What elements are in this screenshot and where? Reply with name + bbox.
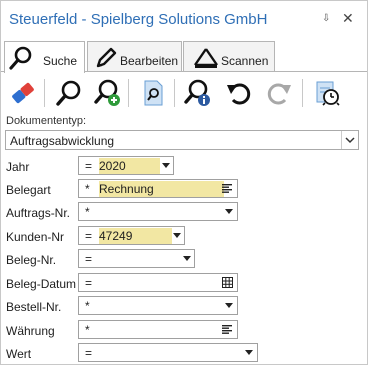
pin-icon[interactable]: ⇩: [322, 13, 330, 24]
field-value: 2020: [99, 158, 160, 174]
document-type-value: Auftragsabwicklung: [10, 134, 115, 148]
operator: =: [85, 159, 93, 173]
field-label-bestell-nr: Bestell-Nr.: [6, 300, 62, 314]
dropdown-arrow-icon[interactable]: [162, 163, 170, 168]
field-jahr[interactable]: = 2020: [78, 156, 174, 175]
operator: *: [85, 205, 90, 219]
dropdown-arrow-icon[interactable]: [245, 350, 253, 355]
close-icon[interactable]: ✕: [342, 10, 354, 27]
field-kunden-nr[interactable]: = 47249: [78, 226, 185, 245]
scanner-icon: [194, 48, 218, 68]
field-value: Rechnung: [99, 181, 224, 197]
tab-scannen[interactable]: Scannen: [183, 41, 275, 71]
dropdown-arrow-icon[interactable]: [225, 209, 233, 214]
field-label-beleg-datum: Beleg-Datum: [6, 277, 77, 291]
operator: =: [85, 346, 93, 360]
field-label-auftrags-nr: Auftrags-Nr.: [6, 206, 71, 220]
window-title: Steuerfeld - Spielberg Solutions GmbH: [9, 11, 268, 28]
field-label-beleg-nr: Beleg-Nr.: [6, 253, 57, 267]
undo-icon: [227, 83, 251, 105]
control-panel: Steuerfeld - Spielberg Solutions GmbH ⇩ …: [0, 0, 368, 365]
calendar-alarm-button[interactable]: [311, 77, 343, 109]
eraser-button[interactable]: [7, 77, 39, 109]
field-value: 47249: [99, 228, 172, 244]
toolbar-separator: [128, 79, 129, 107]
calendar-icon[interactable]: [222, 277, 233, 288]
search-add-button[interactable]: [91, 77, 123, 109]
field-beleg-nr[interactable]: =: [78, 249, 195, 268]
dropdown-arrow-icon[interactable]: [225, 303, 233, 308]
search-add-icon: [94, 79, 120, 106]
field-wert[interactable]: =: [78, 343, 258, 362]
operator: =: [85, 276, 93, 290]
tab-bearbeiten[interactable]: Bearbeiten: [87, 41, 182, 71]
operator: *: [85, 323, 90, 337]
list-icon[interactable]: [222, 184, 232, 193]
field-beleg-datum[interactable]: =: [78, 273, 238, 292]
field-belegart[interactable]: * Rechnung: [78, 179, 238, 198]
tab-suche[interactable]: Suche: [4, 41, 85, 73]
redo-button[interactable]: [263, 77, 295, 109]
operator: *: [85, 299, 90, 313]
document-search-button[interactable]: [137, 77, 169, 109]
search-info-icon: [184, 79, 210, 106]
operator: =: [85, 229, 93, 243]
field-label-jahr: Jahr: [6, 160, 30, 174]
document-type-select[interactable]: Auftragsabwicklung: [5, 130, 359, 150]
field-waehrung[interactable]: *: [78, 320, 238, 339]
tab-suche-label: Suche: [43, 54, 78, 68]
tab-bearbeiten-label: Bearbeiten: [120, 54, 179, 68]
dropdown-arrow-icon[interactable]: [173, 233, 181, 238]
operator: =: [85, 252, 93, 266]
search-icon: [56, 80, 81, 106]
toolbar-separator: [302, 79, 303, 107]
toolbar-separator: [174, 79, 175, 107]
toolbar-separator: [44, 79, 45, 107]
undo-button[interactable]: [223, 77, 255, 109]
field-label-kunden-nr: Kunden-Nr: [6, 230, 65, 244]
title-bar: Steuerfeld - Spielberg Solutions GmbH ⇩ …: [1, 1, 367, 39]
search-button[interactable]: [53, 77, 85, 109]
eraser-icon: [12, 82, 34, 104]
field-bestell-nr[interactable]: *: [78, 296, 238, 315]
field-label-wert: Wert: [6, 347, 32, 361]
operator: *: [85, 182, 90, 196]
field-label-belegart: Belegart: [6, 183, 51, 197]
toolbar: [1, 73, 367, 113]
document-type-label: Dokumententyp:: [6, 115, 87, 127]
search-icon: [9, 46, 32, 70]
document-search-icon: [144, 80, 163, 106]
dropdown-arrow-icon[interactable]: [183, 256, 191, 261]
redo-icon: [267, 83, 291, 105]
tab-scannen-label: Scannen: [221, 54, 269, 68]
chevron-down-icon[interactable]: [341, 131, 358, 149]
pencil-icon: [96, 47, 117, 68]
search-info-button[interactable]: [181, 77, 213, 109]
field-label-waehrung: Währung: [6, 324, 55, 338]
calendar-alarm-icon: [316, 81, 340, 106]
field-auftrags-nr[interactable]: *: [78, 202, 238, 221]
list-icon[interactable]: [222, 325, 232, 334]
